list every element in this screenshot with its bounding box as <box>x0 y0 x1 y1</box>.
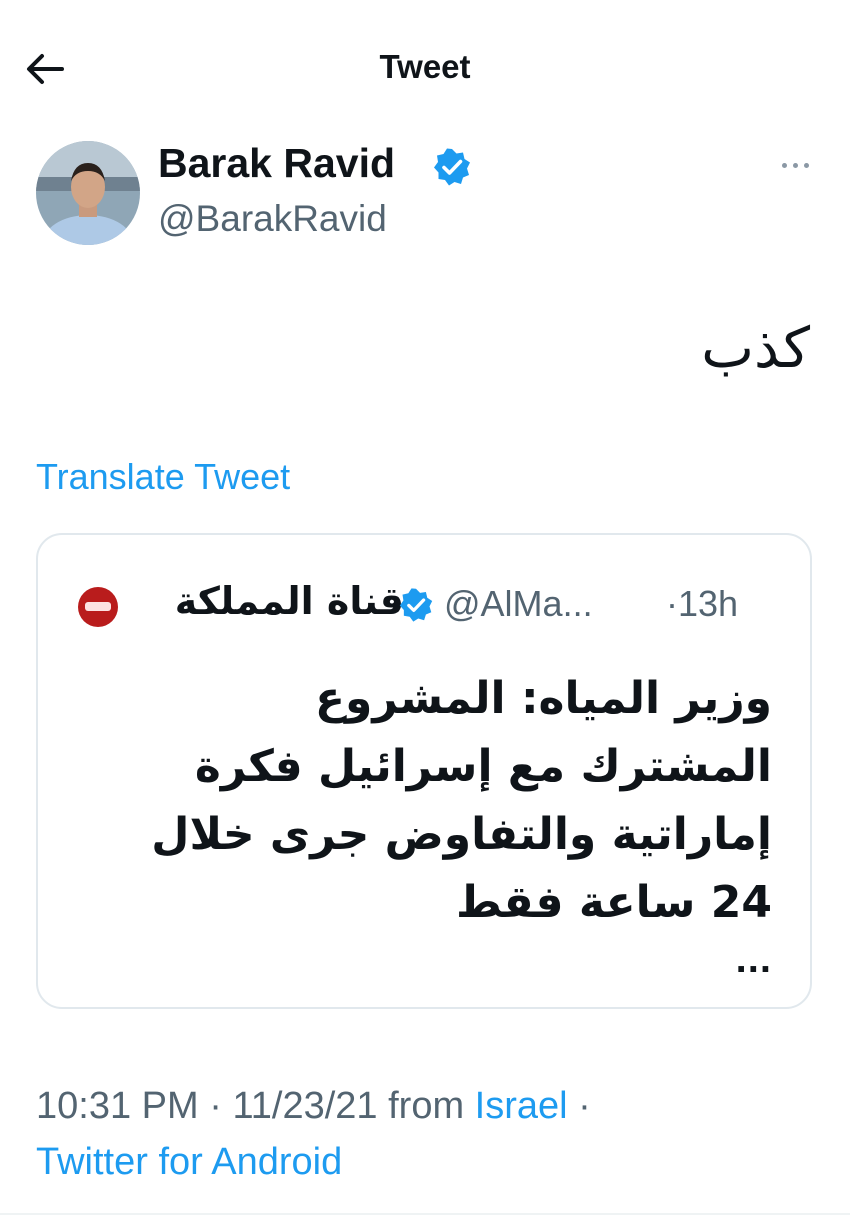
author-handle[interactable]: @BarakRavid <box>158 198 387 240</box>
from-label: from <box>377 1085 475 1127</box>
quoted-text-line: إماراتية والتفاوض جرى خلال <box>151 809 772 860</box>
verified-badge-icon <box>434 148 470 186</box>
quoted-author-handle: @AlMa... <box>444 583 593 624</box>
translate-tweet-link[interactable]: Translate Tweet <box>36 456 290 498</box>
separator: · <box>567 1085 591 1127</box>
quoted-tweet-card[interactable]: قناة المملكة @AlMa... ·13h وزير المياه: … <box>36 533 812 1009</box>
location-link[interactable]: Israel <box>475 1085 568 1127</box>
quoted-timestamp: ·13h <box>666 583 739 624</box>
tweet-time[interactable]: 10:31 PM <box>36 1085 199 1127</box>
separator: · <box>198 1085 233 1127</box>
source-link[interactable]: Twitter for Android <box>36 1141 342 1183</box>
header: Tweet <box>0 0 850 135</box>
divider <box>0 1213 850 1215</box>
verified-badge-icon <box>399 588 433 622</box>
quoted-text-line: وزير المياه: المشروع <box>314 673 772 724</box>
author-name[interactable]: Barak Ravid <box>158 140 395 187</box>
quoted-tweet-text: وزير المياه: المشروع المشترك مع إسرائيل … <box>72 665 772 937</box>
quoted-avatar <box>78 587 118 627</box>
quoted-text-line: 24 ساعة فقط <box>456 877 772 928</box>
more-options-button[interactable] <box>774 148 818 182</box>
quoted-tweet-header: قناة المملكة @AlMa... ·13h <box>38 577 814 637</box>
avatar[interactable] <box>36 141 140 245</box>
page-title: Tweet <box>379 48 471 85</box>
tweet-date[interactable]: 11/23/21 <box>232 1085 377 1127</box>
tweet-text: كذب <box>701 316 810 381</box>
quoted-author-name: قناة المملكة <box>174 579 404 623</box>
tweet-metadata: 10:31 PM · 11/23/21 from Israel · Twitte… <box>36 1078 591 1190</box>
quoted-text-line: المشترك مع إسرائيل فكرة <box>194 741 772 792</box>
avatar-photo <box>36 141 140 245</box>
quoted-text-ellipsis: ... <box>735 937 772 981</box>
